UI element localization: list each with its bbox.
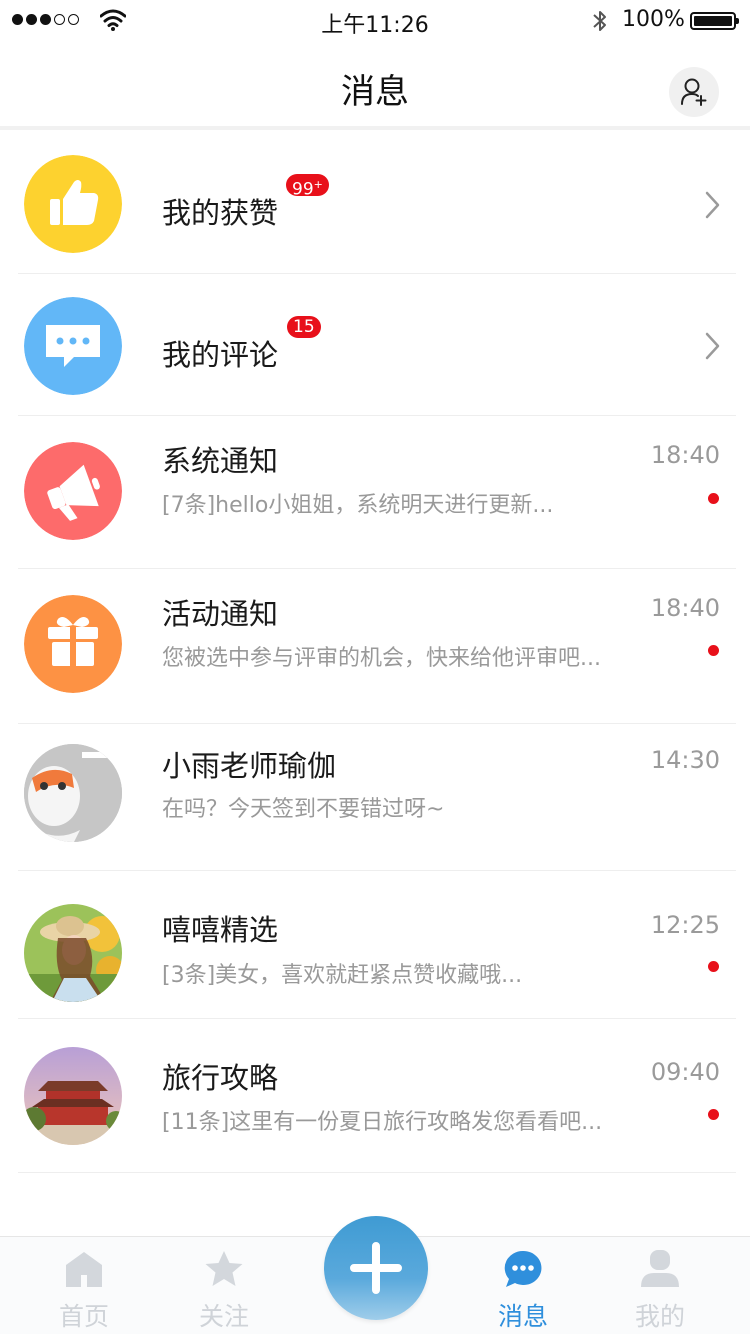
tab-label: 消息 bbox=[497, 1302, 548, 1331]
list-item-travel-guide[interactable]: 旅行攻略 09:40 [11条]这里有一份夏日旅行攻略发您看看吧... bbox=[0, 1019, 750, 1173]
gift-icon bbox=[24, 595, 122, 693]
chat-bubble-icon bbox=[24, 297, 122, 395]
tab-messages[interactable]: 消息 bbox=[463, 1237, 583, 1334]
comments-avatar bbox=[24, 297, 122, 395]
bluetooth-icon bbox=[593, 11, 606, 31]
list-item-system-notice[interactable]: 系统通知 18:40 [7条]hello小姐姐，系统明天进行更新... bbox=[0, 416, 750, 569]
message-time: 18:40 bbox=[650, 441, 720, 469]
message-preview: [11条]这里有一份夏日旅行攻略发您看看吧... bbox=[162, 1110, 603, 1135]
home-icon bbox=[66, 1252, 102, 1287]
unread-dot bbox=[708, 645, 719, 656]
person-icon bbox=[641, 1250, 679, 1287]
list-item-xixi-selection[interactable]: 嘻嘻精选 12:25 [3条]美女，喜欢就赶紧点赞收藏哦... bbox=[0, 871, 750, 1019]
thumbs-up-icon bbox=[24, 155, 122, 253]
cartoon-avatar bbox=[24, 744, 122, 842]
list-item-likes[interactable]: 我的获赞 99+ bbox=[0, 134, 750, 274]
tab-follow[interactable]: 关注 bbox=[164, 1237, 284, 1334]
list-item-comments[interactable]: 我的评论 15 bbox=[0, 274, 750, 416]
likes-avatar bbox=[24, 155, 122, 253]
message-time: 14:30 bbox=[650, 746, 720, 774]
star-icon bbox=[205, 1251, 243, 1286]
message-preview: 您被选中参与评审的机会，快来给他评审吧... bbox=[162, 646, 601, 671]
tab-label: 我的 bbox=[634, 1302, 685, 1331]
unread-dot bbox=[708, 493, 719, 504]
tab-label: 关注 bbox=[198, 1302, 249, 1331]
tab-label: 首页 bbox=[58, 1302, 109, 1331]
row-title: 我的获赞 bbox=[162, 196, 279, 230]
photo-avatar-girl bbox=[24, 904, 122, 1002]
unread-dot bbox=[708, 961, 719, 972]
message-preview: [7条]hello小姐姐，系统明天进行更新... bbox=[162, 493, 554, 518]
system-notice-avatar bbox=[24, 442, 122, 540]
cartoon-character-image bbox=[24, 744, 122, 842]
message-preview: [3条]美女，喜欢就赶紧点赞收藏哦... bbox=[162, 963, 523, 988]
list-item-yoga-teacher[interactable]: 小雨老师瑜伽 14:30 在吗？今天签到不要错过呀~ bbox=[0, 724, 750, 871]
tab-home[interactable]: 首页 bbox=[24, 1237, 144, 1334]
row-title: 活动通知 bbox=[162, 597, 279, 631]
chevron-right-icon bbox=[705, 191, 720, 219]
photo-avatar-palace bbox=[24, 1047, 122, 1145]
chevron-right-icon bbox=[705, 332, 720, 360]
status-bar: 上午11:26 100% bbox=[0, 0, 750, 40]
notification-badge: 15 bbox=[287, 316, 321, 338]
row-title: 系统通知 bbox=[162, 444, 279, 478]
user-plus-icon bbox=[681, 78, 707, 106]
list-item-activity-notice[interactable]: 活动通知 18:40 您被选中参与评审的机会，快来给他评审吧... bbox=[0, 569, 750, 724]
battery-percentage: 100% bbox=[622, 7, 685, 32]
palace-photo-image bbox=[24, 1047, 122, 1145]
message-time: 18:40 bbox=[650, 594, 720, 622]
message-icon bbox=[504, 1250, 542, 1287]
add-post-button[interactable] bbox=[324, 1216, 428, 1320]
nav-bar: 消息 bbox=[0, 40, 750, 130]
row-title: 嘻嘻精选 bbox=[162, 913, 279, 947]
page-title: 消息 bbox=[341, 72, 409, 112]
notification-badge: 99+ bbox=[286, 174, 329, 200]
message-preview: 在吗？今天签到不要错过呀~ bbox=[162, 797, 445, 822]
activity-notice-avatar bbox=[24, 595, 122, 693]
row-title: 我的评论 bbox=[162, 338, 279, 372]
plus-icon bbox=[350, 1242, 402, 1294]
battery-icon bbox=[690, 12, 739, 30]
message-time: 09:40 bbox=[650, 1058, 720, 1086]
girl-photo-image bbox=[24, 904, 122, 1002]
message-list: 我的获赞 99+ 我的评论 15 系统通知 18:40 [7条]hello小姐姐… bbox=[0, 134, 750, 1173]
tab-mine[interactable]: 我的 bbox=[600, 1237, 720, 1334]
unread-dot bbox=[708, 1109, 719, 1120]
megaphone-icon bbox=[24, 442, 122, 540]
row-title: 小雨老师瑜伽 bbox=[162, 749, 337, 783]
add-friend-button[interactable] bbox=[669, 67, 719, 117]
message-time: 12:25 bbox=[650, 911, 720, 939]
row-title: 旅行攻略 bbox=[162, 1061, 279, 1095]
